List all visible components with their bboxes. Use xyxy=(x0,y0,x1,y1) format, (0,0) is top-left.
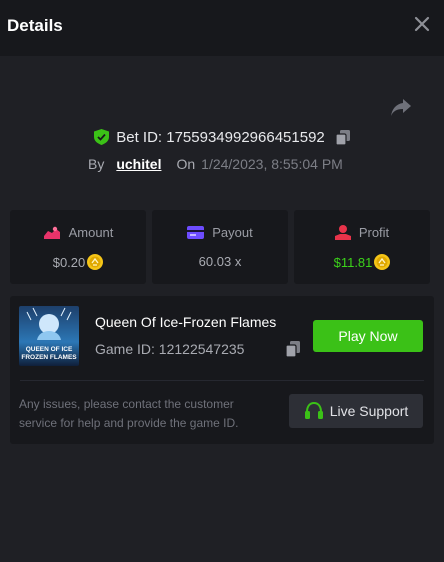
stats-row: Amount $0.20 Payout 60.03 x Profit $11.8… xyxy=(10,210,434,284)
share-icon[interactable] xyxy=(390,97,412,117)
by-label: By xyxy=(88,156,105,172)
bet-date: 1/24/2023, 8:55:04 PM xyxy=(201,156,343,172)
payout-label: Payout xyxy=(212,225,253,240)
payout-card-icon xyxy=(187,226,205,239)
amount-label: Amount xyxy=(68,225,114,240)
support-info-text: Any issues, please contact the customer … xyxy=(19,397,239,430)
stat-profit: Profit $11.81 xyxy=(294,210,430,284)
coin-icon xyxy=(87,254,104,270)
copy-icon[interactable] xyxy=(335,129,350,145)
username-link[interactable]: uchitel xyxy=(116,156,161,172)
bet-meta-row: By uchitel On 1/24/2023, 8:55:04 PM xyxy=(88,154,343,174)
profit-label: Profit xyxy=(358,225,390,240)
play-now-button[interactable]: Play Now xyxy=(313,320,423,352)
game-thumbnail[interactable]: QUEEN OF ICE FROZEN FLAMES xyxy=(19,306,79,366)
game-name[interactable]: Queen Of Ice-Frozen Flames xyxy=(95,314,276,330)
payout-value: 60.03 x xyxy=(198,254,242,269)
game-card: QUEEN OF ICE FROZEN FLAMES Queen Of Ice-… xyxy=(10,296,434,444)
divider xyxy=(20,380,424,381)
svg-text:FROZEN FLAMES: FROZEN FLAMES xyxy=(21,354,77,361)
stat-payout: Payout 60.03 x xyxy=(152,210,288,284)
live-support-button[interactable]: Live Support xyxy=(289,394,423,428)
modal-header: Details xyxy=(0,0,444,56)
shield-check-icon xyxy=(94,129,110,145)
profit-value: $11.81 xyxy=(333,254,373,270)
svg-text:QUEEN OF ICE: QUEEN OF ICE xyxy=(26,346,73,353)
headset-icon xyxy=(304,402,323,419)
amount-icon xyxy=(43,226,60,239)
modal-title: Details xyxy=(7,16,63,35)
coin-icon xyxy=(374,254,391,270)
close-icon[interactable] xyxy=(412,14,432,34)
live-support-label: Live Support xyxy=(329,403,409,419)
stat-amount: Amount $0.20 xyxy=(10,210,146,284)
on-label: On xyxy=(176,156,196,172)
amount-value: $0.20 xyxy=(52,254,86,270)
profit-icon xyxy=(334,225,351,240)
bet-id: Bet ID: 1755934992966451592 xyxy=(116,128,325,146)
game-id: Game ID: 12122547235 xyxy=(95,341,245,357)
copy-icon[interactable] xyxy=(286,341,300,357)
bet-id-row: Bet ID: 1755934992966451592 xyxy=(0,126,444,148)
